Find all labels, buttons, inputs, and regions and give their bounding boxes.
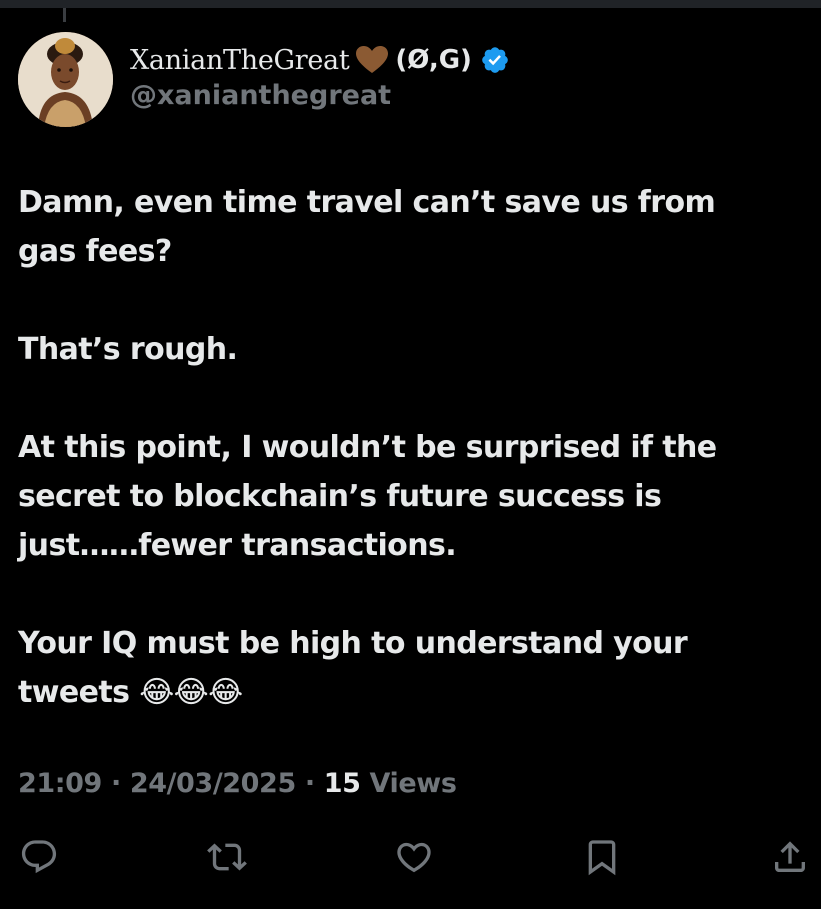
views-label: Views	[369, 768, 457, 799]
like-icon	[397, 842, 431, 873]
brown-heart-icon	[356, 46, 389, 73]
avatar[interactable]	[18, 32, 113, 127]
retweet-button[interactable]	[204, 834, 250, 880]
tweet-text: Damn, even time travel can’t save us fro…	[18, 178, 808, 717]
meta-separator: ·	[304, 768, 315, 799]
tweet-date[interactable]: 24/03/2025	[130, 768, 296, 799]
author-name-row[interactable]: XanianTheGreat (Ø,G)	[130, 40, 510, 80]
meta-separator: ·	[110, 768, 121, 799]
reply-icon	[21, 840, 57, 874]
views-count: 15	[323, 768, 361, 799]
tweet-paragraph: That’s rough.	[18, 332, 238, 367]
reply-button[interactable]	[16, 834, 62, 880]
tweet-paragraph: Damn, even time travel can’t save us fro…	[18, 185, 716, 269]
tweet-time[interactable]: 21:09	[18, 768, 102, 799]
tweet-paragraph: Your IQ must be high to understand your …	[18, 626, 688, 710]
bookmark-button[interactable]	[579, 834, 625, 880]
tweet-paragraph: At this point, I wouldn’t be surprised i…	[18, 430, 717, 563]
verified-badge-icon[interactable]	[480, 45, 510, 75]
thread-line	[63, 8, 66, 22]
author-display-name[interactable]: XanianTheGreat	[130, 45, 350, 76]
share-button[interactable]	[767, 834, 813, 880]
like-button[interactable]	[391, 834, 437, 880]
avatar-image	[18, 32, 113, 127]
action-bar	[0, 834, 821, 884]
author-name-suffix[interactable]: (Ø,G)	[395, 45, 472, 75]
retweet-icon	[207, 843, 247, 871]
bookmark-icon	[588, 840, 616, 876]
top-divider	[0, 0, 821, 8]
share-icon	[775, 841, 805, 872]
tweet-meta: 21:09 · 24/03/2025 · 15 Views	[18, 768, 457, 799]
author-handle[interactable]: @xanianthegreat	[130, 80, 391, 111]
